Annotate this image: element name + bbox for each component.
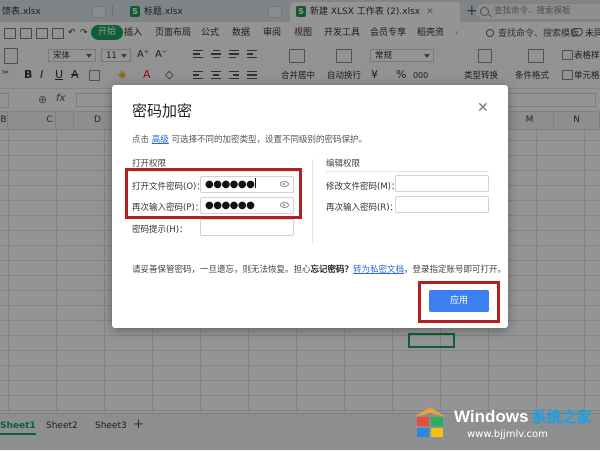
- password-hint-field[interactable]: [200, 219, 294, 236]
- warning-text: 请妥善保管密码，一旦遗忘，则无法恢复。担心忘记密码？转为私密文档，登录指定账号即…: [132, 263, 506, 275]
- windows-logo-icon: [414, 407, 446, 437]
- modify-password-label: 修改文件密码(M)：: [326, 182, 400, 192]
- intro-suffix: 可选择不同的加密类型，设置不同级别的密码保护。: [171, 135, 367, 145]
- intro-prefix: 点击: [132, 135, 150, 145]
- modify-confirm-label: 再次输入密码(R)：: [326, 203, 399, 213]
- warning-suffix: ，登录指定账号即可打开。: [404, 265, 507, 275]
- modify-confirm-field[interactable]: [395, 196, 489, 213]
- warning-prefix: 请妥善保管密码，一旦遗忘，则无法恢复。担心: [132, 265, 311, 275]
- vertical-divider: [312, 159, 313, 243]
- watermark-brand-en: Windows: [454, 407, 529, 426]
- close-icon[interactable]: ✕: [477, 101, 489, 115]
- private-doc-link[interactable]: 转为私密文档: [353, 265, 404, 275]
- watermark-url: www.bjjmlv.com: [467, 429, 548, 440]
- advanced-link[interactable]: 高级: [152, 135, 169, 145]
- warning-bold: 忘记密码？: [310, 265, 354, 275]
- highlight-apply-button: [418, 281, 500, 323]
- modify-password-field[interactable]: [395, 175, 489, 192]
- section-divider: [326, 171, 488, 172]
- watermark-brand: Windows 系统之家: [454, 406, 591, 427]
- dialog-intro: 点击 高级 可选择不同的加密类型，设置不同级别的密码保护。: [132, 133, 367, 145]
- watermark-brand-cn: 系统之家: [531, 409, 592, 426]
- password-hint-label: 密码提示(H)：: [132, 225, 188, 235]
- highlight-password-fields: [125, 168, 302, 219]
- edit-permission-title: 编辑权限: [326, 159, 361, 169]
- dialog-title: 密码加密: [132, 102, 193, 120]
- watermark: Windows 系统之家 www.bjjmlv.com: [412, 402, 600, 450]
